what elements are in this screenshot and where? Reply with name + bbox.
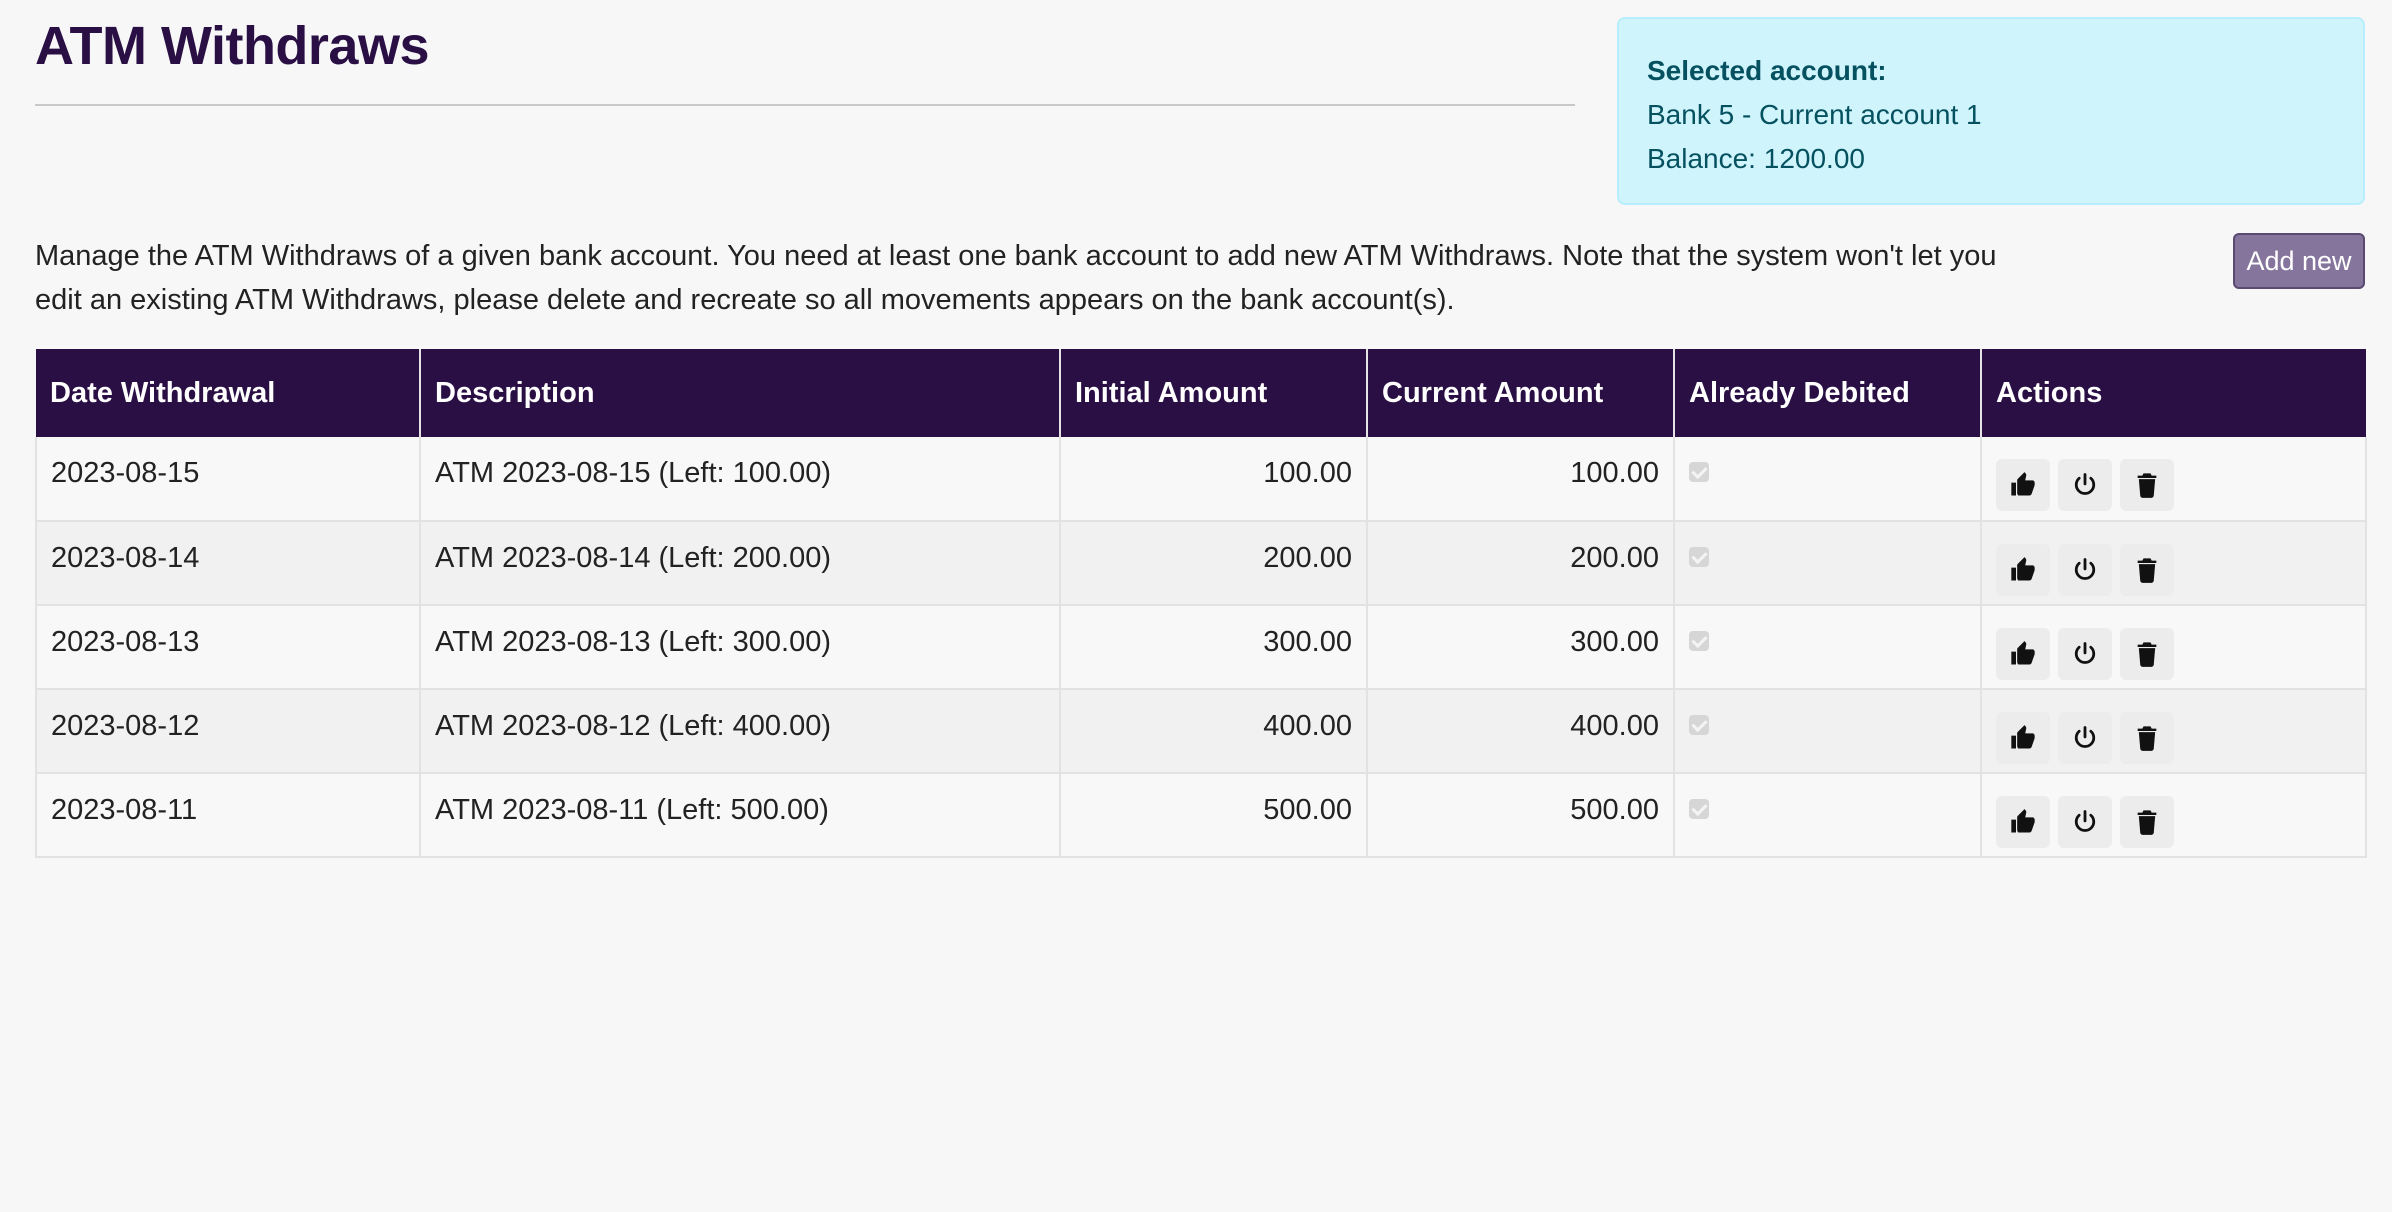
thumbs-up-icon xyxy=(2009,640,2037,668)
cell-actions xyxy=(1980,437,2367,522)
cell-description: ATM 2023-08-13 (Left: 300.00) xyxy=(419,605,1061,690)
column-header-actions: Actions xyxy=(1981,349,2366,437)
power-icon xyxy=(2071,640,2099,668)
power-icon xyxy=(2071,556,2099,584)
cell-date: 2023-08-14 xyxy=(35,521,421,606)
page-title: ATM Withdraws xyxy=(35,16,430,76)
row-actions xyxy=(1996,459,2351,511)
column-header-initial-amount[interactable]: Initial Amount xyxy=(1060,349,1368,437)
power-icon xyxy=(2071,808,2099,836)
selected-account-name: Bank 5 - Current account 1 xyxy=(1647,99,1982,130)
toggle-button[interactable] xyxy=(2058,712,2112,764)
approve-button[interactable] xyxy=(1996,544,2050,596)
cell-description: ATM 2023-08-14 (Left: 200.00) xyxy=(419,521,1061,606)
approve-button[interactable] xyxy=(1996,459,2050,511)
thumbs-up-icon xyxy=(2009,471,2037,499)
cell-current-amount: 400.00 xyxy=(1366,689,1675,774)
column-header-current-amount[interactable]: Current Amount xyxy=(1367,349,1675,437)
table-row: 2023-08-11 ATM 2023-08-11 (Left: 500.00) 5… xyxy=(35,773,2367,858)
trash-icon xyxy=(2133,724,2161,752)
delete-button[interactable] xyxy=(2120,628,2174,680)
trash-icon xyxy=(2133,808,2161,836)
add-new-button[interactable]: Add new xyxy=(2233,233,2365,289)
trash-icon xyxy=(2133,556,2161,584)
table-row: 2023-08-15 ATM 2023-08-15 (Left: 100.00) 1… xyxy=(35,437,2367,522)
column-header-date[interactable]: Date Withdrawal xyxy=(36,349,421,437)
cell-initial-amount: 400.00 xyxy=(1059,689,1368,774)
trash-icon xyxy=(2133,471,2161,499)
table-row: 2023-08-13 ATM 2023-08-13 (Left: 300.00) 3… xyxy=(35,605,2367,690)
debited-checkbox xyxy=(1689,715,1709,735)
cell-current-amount: 200.00 xyxy=(1366,521,1675,606)
cell-already-debited xyxy=(1673,773,1982,858)
thumbs-up-icon xyxy=(2009,556,2037,584)
cell-initial-amount: 200.00 xyxy=(1059,521,1368,606)
power-icon xyxy=(2071,724,2099,752)
cell-current-amount: 100.00 xyxy=(1366,437,1675,522)
toggle-button[interactable] xyxy=(2058,628,2112,680)
selected-account-panel: Selected account: Bank 5 - Current accou… xyxy=(1617,17,2365,205)
cell-description: ATM 2023-08-12 (Left: 400.00) xyxy=(419,689,1061,774)
approve-button[interactable] xyxy=(1996,712,2050,764)
row-actions xyxy=(1996,544,2351,596)
cell-current-amount: 500.00 xyxy=(1366,773,1675,858)
toggle-button[interactable] xyxy=(2058,796,2112,848)
cell-date: 2023-08-15 xyxy=(35,437,421,522)
atm-withdraws-page: ATM Withdraws Selected account: Bank 5 -… xyxy=(0,0,2392,1212)
cell-date: 2023-08-12 xyxy=(35,689,421,774)
table-row: 2023-08-12 ATM 2023-08-12 (Left: 400.00) 4… xyxy=(35,689,2367,774)
delete-button[interactable] xyxy=(2120,796,2174,848)
intro-text: Manage the ATM Withdraws of a given bank… xyxy=(35,240,1997,316)
cell-actions xyxy=(1980,605,2367,690)
column-header-already-debited[interactable]: Already Debited xyxy=(1674,349,1982,437)
thumbs-up-icon xyxy=(2009,808,2037,836)
cell-current-amount: 300.00 xyxy=(1366,605,1675,690)
cell-description: ATM 2023-08-15 (Left: 100.00) xyxy=(419,437,1061,522)
column-header-description[interactable]: Description xyxy=(420,349,1061,437)
table-header-row: Date Withdrawal Description Initial Amou… xyxy=(36,349,2366,437)
delete-button[interactable] xyxy=(2120,712,2174,764)
cell-already-debited xyxy=(1673,689,1982,774)
selected-account-balance: Balance: 1200.00 xyxy=(1647,143,1865,174)
trash-icon xyxy=(2133,640,2161,668)
approve-button[interactable] xyxy=(1996,628,2050,680)
thumbs-up-icon xyxy=(2009,724,2037,752)
toggle-button[interactable] xyxy=(2058,459,2112,511)
debited-checkbox xyxy=(1689,799,1709,819)
cell-description: ATM 2023-08-11 (Left: 500.00) xyxy=(419,773,1061,858)
cell-actions xyxy=(1980,773,2367,858)
withdraws-table: Date Withdrawal Description Initial Amou… xyxy=(35,349,2367,858)
debited-checkbox xyxy=(1689,547,1709,567)
cell-actions xyxy=(1980,689,2367,774)
title-divider xyxy=(35,104,1575,106)
cell-date: 2023-08-11 xyxy=(35,773,421,858)
delete-button[interactable] xyxy=(2120,544,2174,596)
cell-initial-amount: 300.00 xyxy=(1059,605,1368,690)
cell-date: 2023-08-13 xyxy=(35,605,421,690)
delete-button[interactable] xyxy=(2120,459,2174,511)
toggle-button[interactable] xyxy=(2058,544,2112,596)
row-actions xyxy=(1996,796,2351,848)
cell-already-debited xyxy=(1673,521,1982,606)
table-row: 2023-08-14 ATM 2023-08-14 (Left: 200.00) 2… xyxy=(35,521,2367,606)
approve-button[interactable] xyxy=(1996,796,2050,848)
title-block: ATM Withdraws xyxy=(35,14,1575,106)
selected-account-heading: Selected account: xyxy=(1647,55,1887,86)
debited-checkbox xyxy=(1689,631,1709,651)
cell-already-debited xyxy=(1673,437,1982,522)
cell-actions xyxy=(1980,521,2367,606)
row-actions xyxy=(1996,712,2351,764)
power-icon xyxy=(2071,471,2099,499)
cell-already-debited xyxy=(1673,605,1982,690)
row-actions xyxy=(1996,628,2351,680)
cell-initial-amount: 500.00 xyxy=(1059,773,1368,858)
debited-checkbox xyxy=(1689,462,1709,482)
cell-initial-amount: 100.00 xyxy=(1059,437,1368,522)
